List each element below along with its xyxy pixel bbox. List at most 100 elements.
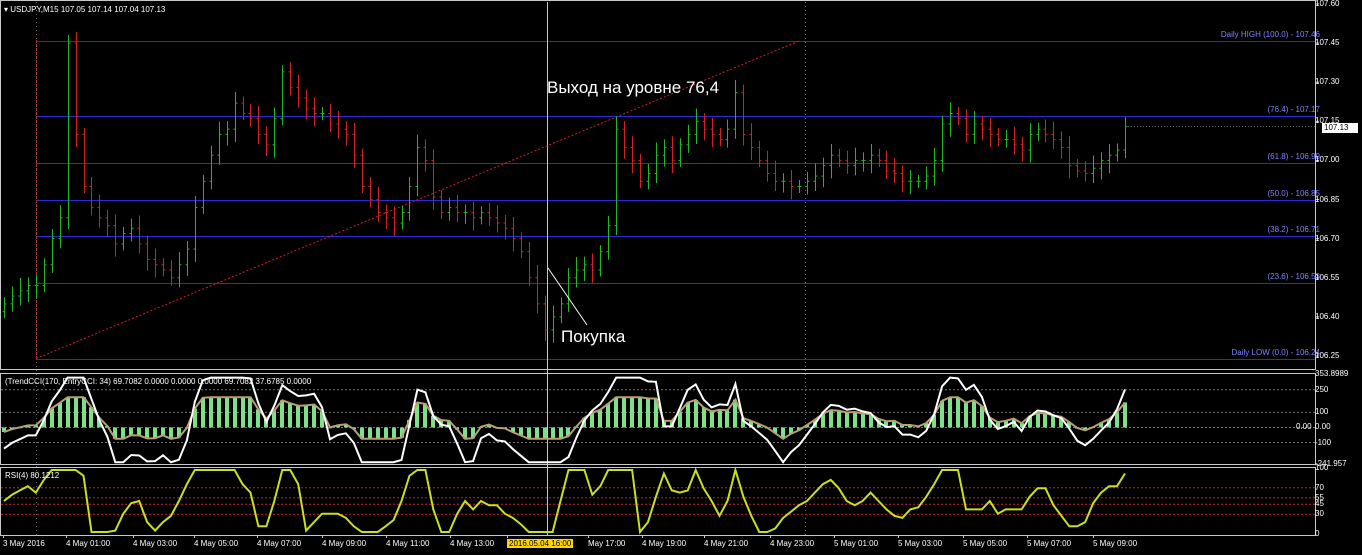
cci-histogram-bar — [718, 409, 722, 428]
price-tick: 107.45 — [1315, 38, 1340, 48]
cci-histogram-bar — [543, 427, 547, 439]
cci-histogram-bar — [296, 405, 300, 428]
cci-histogram-bar — [725, 410, 729, 428]
fib-label-0: Daily LOW (0.0) - 106.24 — [1231, 347, 1320, 357]
cci-histogram-bar — [288, 403, 292, 428]
cci-histogram-bar — [66, 397, 70, 428]
time-tick: 5 May 07:00 — [1027, 539, 1072, 548]
time-tick: 5 May 03:00 — [898, 539, 943, 548]
cci-histogram-bar — [1051, 415, 1055, 428]
symbol-label: USDJPY,M15 — [10, 5, 59, 14]
time-tick: 5 May 05:00 — [963, 539, 1008, 548]
cci-histogram-bar — [145, 427, 149, 439]
rsi-panel-frame — [0, 467, 1316, 536]
cci-histogram-bar — [956, 397, 960, 428]
cci-histogram-bar — [423, 403, 427, 428]
cci-histogram-bar — [535, 427, 539, 439]
crosshair-time-label: 2016.05.04 16:00 — [507, 539, 574, 548]
time-tick: 4 May 23:00 — [770, 539, 815, 548]
time-tick: 5 May 09:00 — [1093, 539, 1138, 548]
cci-histogram-bar — [614, 397, 618, 428]
cci-histogram-bar — [559, 427, 563, 439]
rsi-line — [3, 466, 1126, 535]
price-tick: 107.00 — [1315, 155, 1340, 165]
cci-histogram-bar — [551, 427, 555, 439]
cci-histogram-bar — [137, 427, 141, 436]
chart-window[interactable]: ▾ USDJPY,M15 107.05 107.14 107.04 107.13… — [0, 0, 1362, 555]
cci-histogram-bar — [622, 397, 626, 428]
cci-histogram-bar — [845, 412, 849, 428]
cci-tick: 100 — [1315, 407, 1329, 417]
cci-histogram-bar — [1123, 402, 1127, 428]
cci-histogram-bar — [153, 427, 157, 439]
cci-histogram-bar — [694, 399, 698, 428]
rsi-tick: 45 — [1315, 499, 1324, 509]
cci-histogram-bar — [89, 407, 93, 428]
cci-histogram-bar — [121, 427, 125, 439]
time-tick: 4 May 11:00 — [386, 539, 430, 548]
cci-histogram-bar — [829, 410, 833, 428]
cci-histogram-bar — [1043, 413, 1047, 428]
time-tick: 4 May 01:00 — [66, 539, 111, 548]
cci-histogram-bar — [248, 397, 252, 428]
cci-histogram-bar — [948, 397, 952, 428]
symbol-header: ▾ USDJPY,M15 107.05 107.14 107.04 107.13 — [4, 5, 165, 14]
cci-histogram-bar — [74, 397, 78, 428]
time-tick: 4 May 07:00 — [257, 539, 302, 548]
cci-histogram-bar — [710, 411, 714, 428]
cci-histogram-bar — [527, 427, 531, 439]
cci-histogram-bar — [304, 405, 308, 428]
fib-label-100: Daily HIGH (100.0) - 107.46 — [1220, 29, 1320, 39]
rsi-tick: 0 — [1315, 529, 1320, 538]
cci-histogram-bar — [861, 413, 865, 428]
price-tick: 106.40 — [1315, 311, 1340, 321]
fib-label-38: (38.2) - 106.71 — [1267, 224, 1320, 234]
time-tick: 4 May 03:00 — [133, 539, 178, 548]
cci-histogram-bar — [82, 397, 86, 428]
main-panel-frame — [0, 0, 1316, 370]
cci-histogram-bar — [225, 397, 229, 428]
cci-histogram-bar — [201, 397, 205, 428]
cci-tick: 0.00 — [1315, 422, 1331, 432]
time-tick: 4 May 13:00 — [450, 539, 495, 548]
price-tick: 106.70 — [1315, 233, 1340, 243]
time-tick: 3 May 2016 — [3, 539, 45, 548]
cci-histogram-bar — [646, 398, 650, 428]
cci-histogram-bar — [686, 402, 690, 428]
cci-histogram-bar — [256, 409, 260, 428]
cci-histogram-bar — [217, 397, 221, 428]
cci-tick: -100 — [1315, 437, 1332, 447]
cci-histogram-bar — [129, 427, 133, 436]
rsi-tick: 100 — [1315, 463, 1329, 472]
cci-histogram-bar — [1036, 412, 1040, 428]
time-tick: 4 May 09:00 — [322, 539, 367, 548]
cci-zero-label: 0.00 — [1296, 422, 1312, 432]
time-tick: 5 May 01:00 — [834, 539, 879, 548]
cci-histogram-bar — [598, 409, 602, 428]
cci-histogram-bar — [638, 397, 642, 428]
time-tick: May 17:00 — [588, 539, 626, 548]
cci-histogram-bar — [241, 397, 245, 428]
rsi-tick: 30 — [1315, 509, 1324, 519]
cci-histogram-bar — [964, 402, 968, 428]
cci-histogram-bar — [392, 427, 396, 439]
time-tick: 4 May 05:00 — [194, 539, 239, 548]
cci-histogram-bar — [702, 407, 706, 428]
cci-histogram-bar — [233, 397, 237, 428]
cci-histogram-bar — [209, 397, 213, 428]
cci-title: (TrendCCI(170, EntryCCI: 34) 69.7082 0.0… — [5, 377, 312, 386]
cci-histogram-bar — [376, 427, 380, 439]
cci-histogram-bar — [280, 400, 284, 428]
price-tick: 107.30 — [1315, 77, 1340, 87]
cci-histogram-bar — [606, 403, 610, 428]
cci-histogram-bar — [853, 412, 857, 428]
cci-histogram-bar — [837, 410, 841, 428]
time-tick: 4 May 21:00 — [704, 539, 749, 548]
rsi-tick: 70 — [1315, 482, 1324, 492]
cci-histogram-bar — [161, 427, 165, 436]
price-tick: 106.25 — [1315, 351, 1340, 360]
cci-histogram-bar — [368, 427, 372, 439]
time-tick: 4 May 19:00 — [642, 539, 687, 548]
price-tick: 106.55 — [1315, 272, 1340, 282]
collapse-arrow-icon[interactable]: ▾ — [4, 5, 8, 14]
